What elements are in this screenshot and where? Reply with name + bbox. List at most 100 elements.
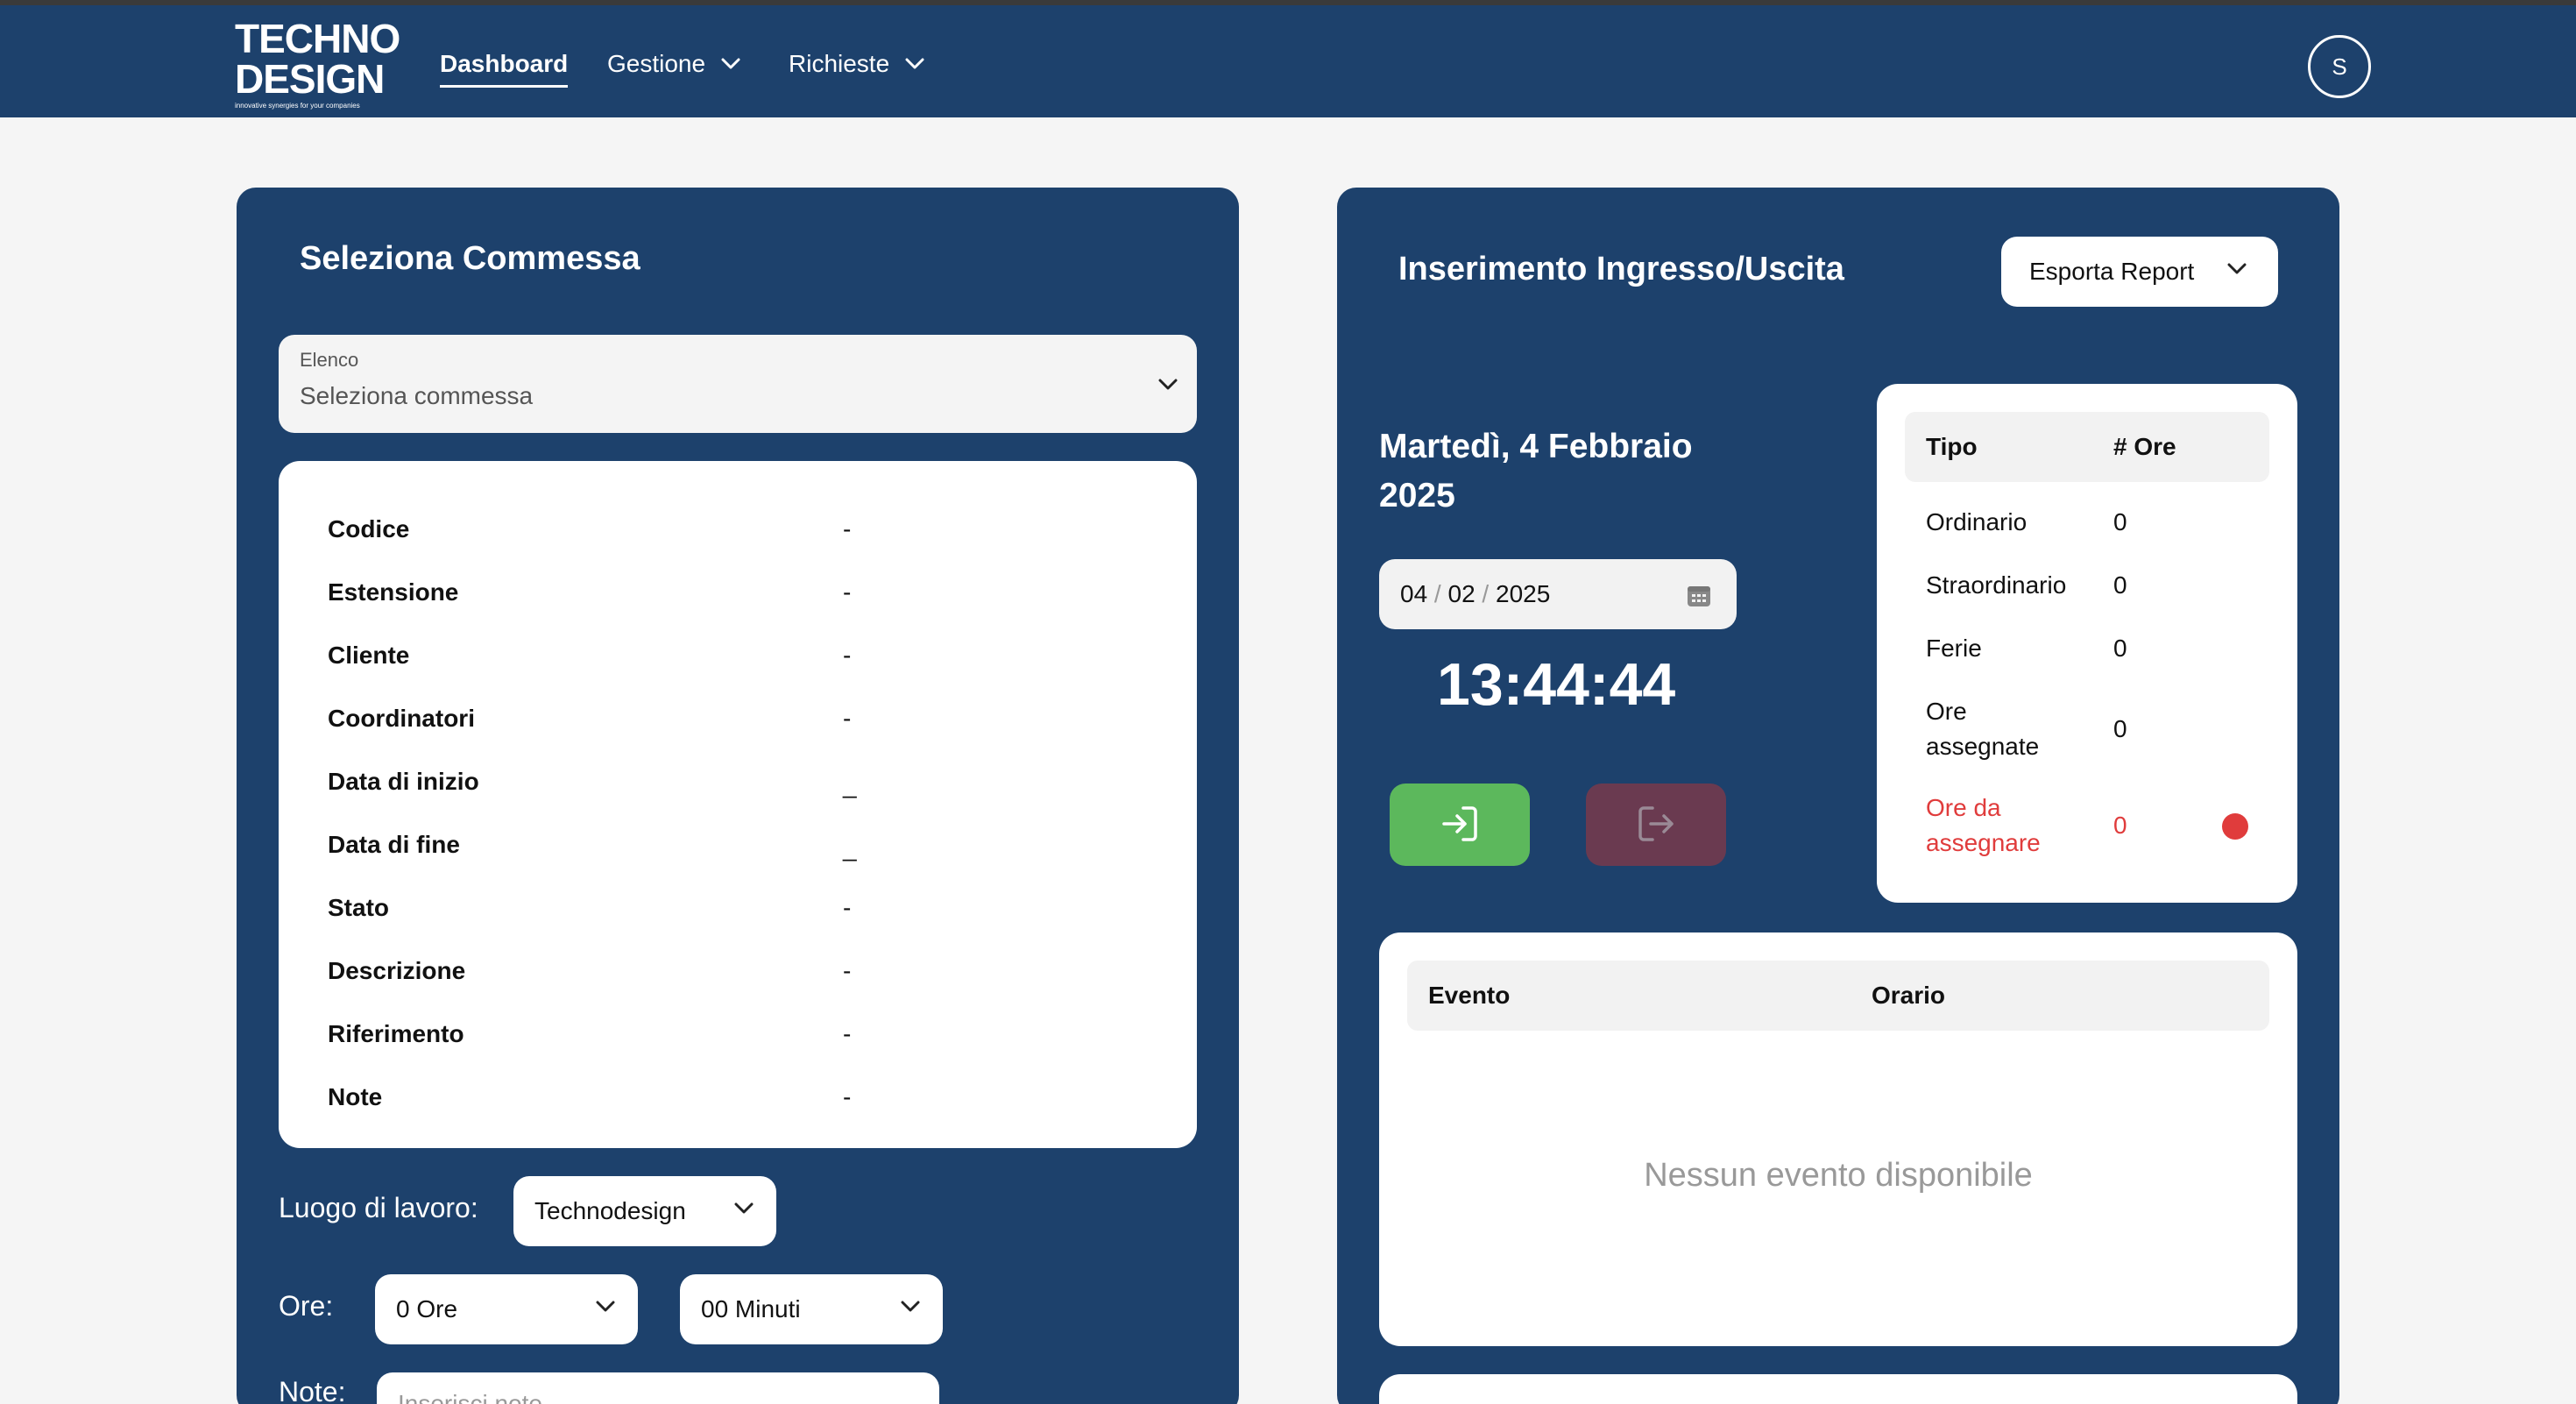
clock-in-button[interactable] [1390,784,1530,866]
chevron-down-icon [1158,379,1178,390]
chevron-down-icon [2227,263,2247,274]
hours-row-tipo: Ore assegnate [1926,698,2040,760]
chevron-down-icon [905,58,924,69]
ore-select[interactable]: 0 Ore [375,1274,638,1344]
logo-line-1: TECHNO [235,16,400,61]
hours-row-ore: 0 [2113,508,2127,535]
luogo-select[interactable]: Technodesign [513,1176,776,1246]
minuti-select-value: 00 Minuti [701,1295,801,1322]
date-month: 02 [1447,580,1476,607]
date-day: 04 [1400,580,1428,607]
hours-table-header: Tipo # Ore [1905,412,2269,482]
export-report-label: Esporta Report [2029,258,2195,285]
events-empty-message: Nessun evento disponibile [1644,1157,2033,1194]
detail-row-estensione: Estensione - [328,578,941,613]
calendar-icon[interactable] [1686,582,1712,608]
nav-gestione-label: Gestione [607,50,706,77]
chevron-down-icon [721,58,740,69]
detail-row-stato: Stato - [328,894,941,929]
detail-row-codice: Codice - [328,515,941,550]
sign-out-icon [1638,806,1674,841]
commessa-select-caption: Elenco [300,349,359,371]
hours-row-tipo: Ordinario [1926,508,2028,535]
ore-select-value: 0 Ore [396,1295,458,1322]
detail-label: Riferimento [328,1020,464,1047]
detail-label: Estensione [328,578,459,606]
detail-value: - [843,894,852,921]
date-picker-input[interactable]: 04 / 02 / 2025 [1379,559,1737,629]
events-table-header: Evento Orario [1407,961,2269,1031]
technodesign-logo[interactable]: TECHNO DESIGN innovative synergies for y… [235,16,400,110]
events-header-evento: Evento [1428,982,1511,1009]
detail-value: - [843,1020,852,1047]
current-date-heading: Martedì, 4 Febbraio 2025 [1379,428,1693,514]
hours-row-ore: 0 [2113,812,2127,839]
detail-value: _ [843,834,857,862]
detail-label: Codice [328,515,410,542]
detail-value: - [843,957,852,984]
detail-row-data-inizio: Data di inizio _ [328,768,941,803]
user-avatar[interactable]: S [2308,35,2371,98]
detail-label: Cliente [328,642,410,669]
detail-row-riferimento: Riferimento - [328,1020,941,1055]
export-report-button[interactable]: Esporta Report [2001,237,2278,307]
detail-value: - [843,578,852,606]
detail-row-note: Note - [328,1083,941,1118]
chevron-down-icon [734,1202,754,1214]
nav-dashboard-label: Dashboard [440,50,569,77]
chevron-down-icon [901,1301,920,1312]
hours-row-tipo: Ore da assegnare [1926,794,2041,856]
hours-row-ore: 0 [2113,635,2127,662]
lower-card [1379,1374,2297,1404]
sign-in-icon [1442,806,1477,841]
date-year: 2025 [1496,580,1551,607]
hours-row-tipo: Straordinario [1926,571,2067,599]
clock-out-button[interactable] [1586,784,1726,866]
live-clock: 13:44:44 [1437,651,1676,718]
detail-value: _ [843,771,857,798]
detail-label: Descrizione [328,957,466,984]
detail-label: Note [328,1083,383,1110]
hours-row-tipo: Ferie [1926,635,1982,662]
hours-header-tipo: Tipo [1926,433,1978,460]
nav-richieste-label: Richieste [789,50,890,77]
commessa-select-placeholder: Seleziona commessa [300,382,534,409]
commessa-details-card: Codice - Estensione - Cliente - Coordina… [279,461,1197,1148]
timbratura-title: Inserimento Ingresso/Uscita [1398,251,1844,287]
events-header-orario: Orario [1872,982,1946,1009]
nav-dashboard[interactable]: Dashboard [440,50,569,88]
note-input[interactable]: Inserisci note [377,1372,939,1404]
note-label: Note: [279,1376,346,1404]
hours-row-ore: 0 [2113,571,2127,599]
detail-row-data-fine: Data di fine _ [328,831,941,866]
hours-row-ore: 0 [2113,715,2127,742]
ore-label: Ore: [279,1290,334,1322]
avatar-initial: S [2332,53,2347,80]
top-navbar: TECHNO DESIGN innovative synergies for y… [0,5,2576,117]
chevron-down-icon [596,1301,615,1312]
detail-value: - [843,1083,852,1110]
hours-header-ore: # Ore [2113,433,2176,460]
date-picker-value: 04 / 02 / 2025 [1400,580,1551,607]
luogo-select-value: Technodesign [534,1197,686,1224]
detail-value: - [843,705,852,732]
hours-summary-card: Tipo # Ore Ordinario 0 Straordinario 0 F… [1877,384,2297,903]
detail-label: Data di fine [328,831,460,858]
alert-dot-icon [2222,813,2248,840]
detail-label: Data di inizio [328,768,479,795]
detail-row-coordinatori: Coordinatori - [328,705,941,740]
detail-row-cliente: Cliente - [328,642,941,677]
logo-tagline: innovative synergies for your companies [235,102,360,110]
nav-gestione[interactable]: Gestione [607,51,740,86]
detail-value: - [843,642,852,669]
commessa-title: Seleziona Commessa [300,240,640,277]
luogo-label: Luogo di lavoro: [279,1192,478,1223]
detail-row-descrizione: Descrizione - [328,957,941,992]
detail-label: Coordinatori [328,705,475,732]
minuti-select[interactable]: 00 Minuti [680,1274,943,1344]
nav-richieste[interactable]: Richieste [789,51,924,86]
detail-value: - [843,515,852,542]
logo-line-2: DESIGN [235,56,385,102]
detail-label: Stato [328,894,389,921]
commessa-select[interactable]: Elenco Seleziona commessa [279,335,1197,433]
